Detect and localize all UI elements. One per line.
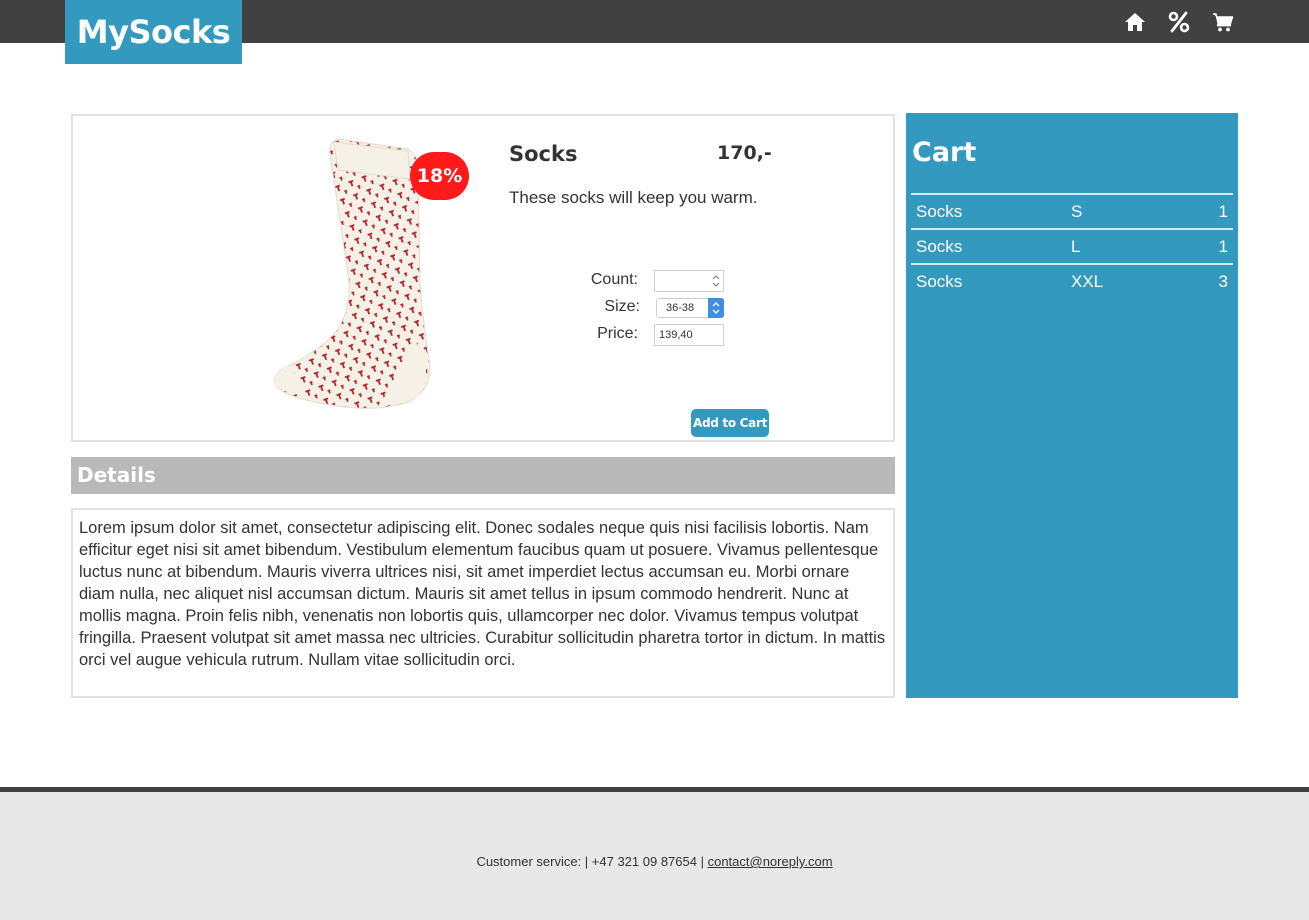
count-label: Count: — [590, 271, 638, 288]
cart-item-name: Socks — [916, 237, 963, 256]
chevron-updown-icon[interactable] — [708, 298, 724, 318]
cart-item[interactable]: Socks XXL 3 — [911, 265, 1233, 300]
size-select-value: 36-38 — [666, 302, 695, 314]
add-to-cart-button[interactable]: Add to Cart — [691, 409, 769, 437]
footer-contact: Customer service: | +47 321 09 87654 | c… — [0, 854, 1309, 869]
product-description: These socks will keep you warm. — [509, 188, 758, 207]
cart-item[interactable]: Socks S 1 — [911, 195, 1233, 230]
product-price: 170,- — [717, 142, 772, 164]
percent-icon[interactable] — [1167, 10, 1191, 34]
cart-item-size: XXL — [1071, 272, 1104, 291]
site-logo[interactable]: MySocks — [65, 0, 242, 64]
cart-panel: Cart Socks S 1 Socks L 1 Socks XXL 3 — [906, 113, 1238, 698]
size-label: Size: — [604, 298, 640, 315]
details-text: Lorem ipsum dolor sit amet, consectetur … — [71, 508, 895, 698]
contact-email-link[interactable]: contact@noreply.com — [708, 854, 833, 869]
discount-badge: 18% — [410, 152, 469, 200]
cart-item-size: S — [1071, 202, 1083, 221]
cart-item-qty: 1 — [1218, 237, 1228, 256]
footer: Customer service: | +47 321 09 87654 | c… — [0, 787, 1309, 920]
shopping-cart-icon[interactable] — [1211, 10, 1235, 34]
cart-item-qty: 3 — [1218, 272, 1228, 291]
cart-item-qty: 1 — [1218, 202, 1228, 221]
count-input[interactable] — [654, 270, 724, 292]
price-label: Price: — [597, 325, 638, 342]
details-heading: Details — [71, 457, 895, 494]
cart-item-size: L — [1071, 237, 1081, 256]
cart-list: Socks S 1 Socks L 1 Socks XXL 3 — [911, 193, 1233, 300]
cart-item-name: Socks — [916, 272, 963, 291]
customer-service-text: Customer service: | +47 321 09 87654 | — [476, 854, 704, 869]
product-title: Socks — [509, 142, 578, 166]
cart-title: Cart — [912, 137, 977, 168]
cart-item[interactable]: Socks L 1 — [911, 230, 1233, 265]
size-select[interactable]: 36-38 — [656, 298, 724, 318]
stepper-icon[interactable] — [712, 274, 720, 288]
cart-item-name: Socks — [916, 202, 963, 221]
price-field[interactable]: 139,40 — [654, 324, 724, 346]
product-panel: 18% Socks 170,- These socks will keep yo… — [71, 114, 895, 442]
home-icon[interactable] — [1123, 10, 1147, 34]
